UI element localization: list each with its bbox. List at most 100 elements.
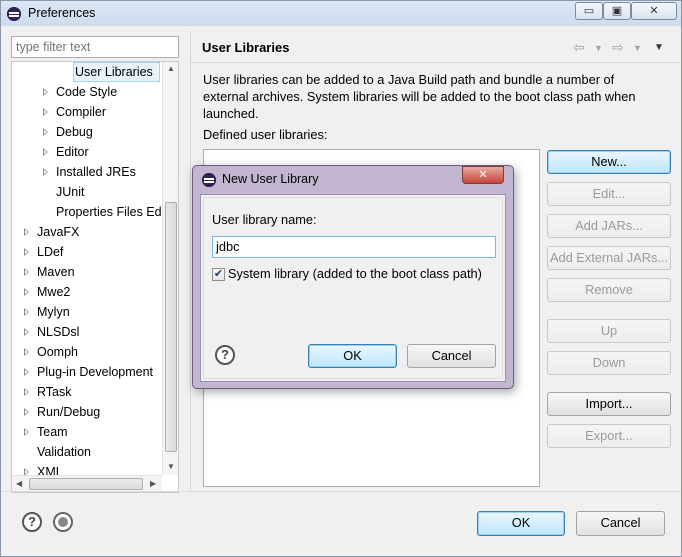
tree-vertical-scrollbar[interactable]: ▲ ▼ <box>162 62 178 475</box>
tree-item[interactable]: Validation <box>12 442 162 462</box>
expand-arrow-icon[interactable] <box>24 388 29 396</box>
filter-input[interactable] <box>11 36 179 58</box>
tree-item[interactable]: Run/Debug <box>12 402 162 422</box>
tree-item-label: LDef <box>37 245 64 259</box>
dialog-body: User library name: jdbc ✔ System library… <box>200 194 506 382</box>
import-button[interactable]: Import... <box>547 392 671 416</box>
tree-item[interactable]: JUnit <box>12 182 162 202</box>
scroll-up-icon[interactable]: ▲ <box>167 64 175 73</box>
window-title: Preferences <box>28 6 96 20</box>
dialog-close-button[interactable]: ✕ <box>462 166 504 184</box>
back-arrow-icon[interactable]: ⇦ <box>573 39 585 56</box>
close-button[interactable]: ✕ <box>631 2 677 20</box>
tree-horizontal-scrollbar[interactable]: ◀ ▶ <box>12 475 162 492</box>
page-description: User libraries can be added to a Java Bu… <box>203 72 636 121</box>
expand-arrow-icon[interactable] <box>24 408 29 416</box>
tree-item[interactable]: Mwe2 <box>12 282 162 302</box>
system-library-label: System library (added to the boot class … <box>228 266 482 281</box>
dialog-ok-button[interactable]: OK <box>308 344 397 368</box>
tree-item-label: Maven <box>37 265 75 279</box>
tree-item[interactable]: LDef <box>12 242 162 262</box>
tree-item[interactable]: JavaFX <box>12 222 162 242</box>
expand-arrow-icon[interactable] <box>43 128 48 136</box>
ok-button[interactable]: OK <box>477 511 565 536</box>
tree-item[interactable]: Debug <box>12 122 162 142</box>
title-bar[interactable]: Preferences ▭ ▣ ✕ <box>1 1 681 26</box>
minimize-button[interactable]: ▭ <box>575 2 603 20</box>
tree-item-label: Code Style <box>56 85 118 99</box>
expand-arrow-icon[interactable] <box>43 148 48 156</box>
dialog-title: New User Library <box>222 172 319 186</box>
expand-arrow-icon[interactable] <box>24 428 29 436</box>
dialog-cancel-button[interactable]: Cancel <box>407 344 496 368</box>
new-button[interactable]: New... <box>547 150 671 174</box>
expand-arrow-icon[interactable] <box>24 348 29 356</box>
expand-arrow-icon[interactable] <box>43 108 48 116</box>
tree-item-label: Installed JREs <box>56 165 136 179</box>
tree-item[interactable]: Compiler <box>12 102 162 122</box>
forward-arrow-icon[interactable]: ⇨ <box>612 39 624 56</box>
tree-item-label: Debug <box>56 125 93 139</box>
tree-item[interactable]: Mylyn <box>12 302 162 322</box>
view-menu-icon[interactable]: ▼ <box>654 42 664 53</box>
tree-item-label: JUnit <box>56 185 85 199</box>
expand-arrow-icon[interactable] <box>24 268 29 276</box>
up-button[interactable]: Up <box>547 319 671 343</box>
add-external-jars-button[interactable]: Add External JARs... <box>547 246 671 270</box>
scroll-left-icon[interactable]: ◀ <box>16 479 22 488</box>
forward-menu-icon[interactable]: ▼ <box>633 43 642 53</box>
tree-vertical-scroll-thumb[interactable] <box>165 202 177 452</box>
expand-arrow-icon[interactable] <box>24 368 29 376</box>
tree-item-label: NLSDsl <box>37 325 80 339</box>
new-user-library-dialog: New User Library ✕ User library name: jd… <box>192 165 514 389</box>
eclipse-icon <box>7 7 21 21</box>
tree-item-label: Mwe2 <box>37 285 71 299</box>
expand-arrow-icon[interactable] <box>24 248 29 256</box>
library-name-input[interactable]: jdbc <box>212 236 496 258</box>
maximize-button[interactable]: ▣ <box>603 2 631 20</box>
expand-arrow-icon[interactable] <box>24 228 29 236</box>
dialog-help-icon[interactable]: ? <box>215 345 235 365</box>
tree-item[interactable]: NLSDsl <box>12 322 162 342</box>
footer-divider <box>1 491 681 492</box>
export-button[interactable]: Export... <box>547 424 671 448</box>
tree-item[interactable]: User Libraries <box>12 62 162 82</box>
tree-horizontal-scroll-thumb[interactable] <box>29 478 143 490</box>
tree-item-label: Plug-in Development <box>37 365 154 379</box>
tree-item-label: Validation <box>37 445 91 459</box>
tree-item-label: Oomph <box>37 345 78 359</box>
tree-item[interactable]: Maven <box>12 262 162 282</box>
divider <box>191 62 680 63</box>
system-library-checkbox[interactable]: ✔ <box>212 268 225 281</box>
tree-item[interactable]: Team <box>12 422 162 442</box>
expand-arrow-icon[interactable] <box>43 88 48 96</box>
tree-item[interactable]: Oomph <box>12 342 162 362</box>
edit-button[interactable]: Edit... <box>547 182 671 206</box>
library-name-label: User library name: <box>212 212 317 227</box>
expand-arrow-icon[interactable] <box>24 308 29 316</box>
tree-item[interactable]: Plug-in Development <box>12 362 162 382</box>
back-menu-icon[interactable]: ▼ <box>594 43 603 53</box>
tree-item-label: Editor <box>56 145 89 159</box>
tree-item[interactable]: Installed JREs <box>12 162 162 182</box>
expand-arrow-icon[interactable] <box>24 328 29 336</box>
expand-arrow-icon[interactable] <box>24 288 29 296</box>
tree-item-label: Mylyn <box>37 305 70 319</box>
defined-libraries-label: Defined user libraries: <box>203 127 328 142</box>
tree-item[interactable]: Code Style <box>12 82 162 102</box>
expand-arrow-icon[interactable] <box>43 168 48 176</box>
down-button[interactable]: Down <box>547 351 671 375</box>
help-icon[interactable]: ? <box>22 512 42 532</box>
scroll-down-icon[interactable]: ▼ <box>167 462 175 471</box>
cancel-button[interactable]: Cancel <box>576 511 665 536</box>
tree-item[interactable]: RTask <box>12 382 162 402</box>
record-icon[interactable] <box>53 512 73 532</box>
add-jars-button[interactable]: Add JARs... <box>547 214 671 238</box>
tree-item[interactable]: Properties Files Ed <box>12 202 162 222</box>
tree-item[interactable]: Editor <box>12 142 162 162</box>
tree-item-label: Properties Files Ed <box>56 205 162 219</box>
remove-button[interactable]: Remove <box>547 278 671 302</box>
dialog-eclipse-icon <box>202 173 216 187</box>
scroll-right-icon[interactable]: ▶ <box>150 479 156 488</box>
tree-item-label: Compiler <box>56 105 107 119</box>
